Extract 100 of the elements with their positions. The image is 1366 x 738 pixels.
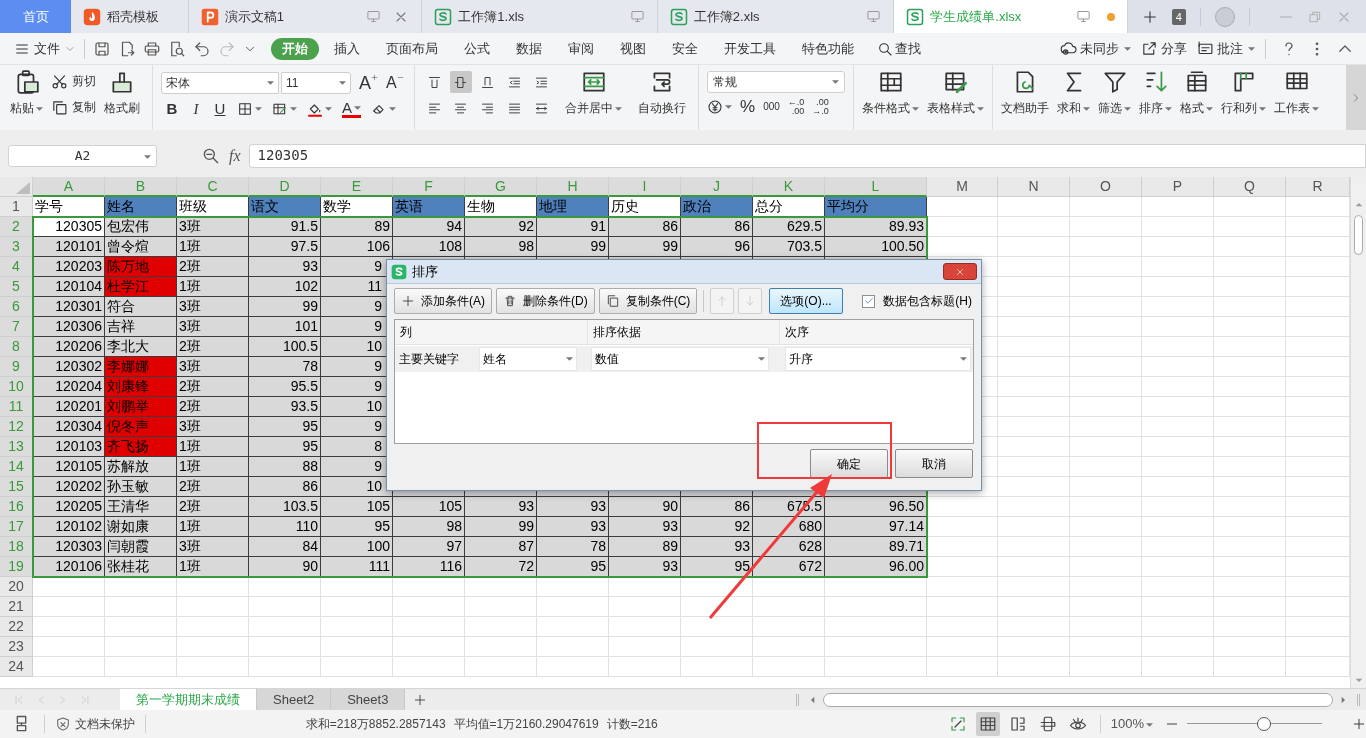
table-cell[interactable]: 84 [249, 537, 321, 557]
table-cell[interactable]: 120205 [33, 497, 105, 517]
table-cell[interactable]: 629.5 [753, 217, 825, 237]
table-cell[interactable]: 108 [393, 237, 465, 257]
font-style-button[interactable]: U [213, 100, 227, 118]
table-cell[interactable]: 吉祥 [105, 317, 177, 337]
table-cell[interactable]: 3班 [177, 417, 249, 437]
table-cell[interactable]: 1班 [177, 437, 249, 457]
menu-tab[interactable]: 视图 [609, 37, 657, 60]
table-cell[interactable]: 倪冬声 [105, 417, 177, 437]
row-number[interactable]: 23 [0, 637, 33, 657]
table-cell[interactable]: 包宏伟 [105, 217, 177, 237]
table-cell[interactable]: 680 [753, 517, 825, 537]
header-cell[interactable]: 班级 [177, 197, 249, 217]
header-cell[interactable]: 地理 [537, 197, 609, 217]
table-cell[interactable]: 杜学江 [105, 277, 177, 297]
table-cell[interactable]: 120202 [33, 477, 105, 497]
font-size-select[interactable]: 11 [281, 72, 351, 94]
table-cell[interactable]: 90 [249, 557, 321, 577]
table-cell[interactable]: 99 [609, 237, 681, 257]
table-cell[interactable]: 王清华 [105, 497, 177, 517]
table-cell[interactable]: 95 [249, 417, 321, 437]
table-cell[interactable]: 97.14 [825, 517, 927, 537]
font-style-button[interactable]: B [165, 100, 179, 118]
table-cell[interactable]: 106 [321, 237, 393, 257]
share-button[interactable]: 分享 [1141, 38, 1187, 59]
row-number[interactable]: 24 [0, 657, 33, 677]
table-cell[interactable]: 9 [321, 257, 393, 277]
order-select[interactable]: 升序 [785, 347, 971, 371]
table-cell[interactable]: 120201 [33, 397, 105, 417]
sort-on-select[interactable]: 数值 [591, 347, 769, 371]
table-cell[interactable]: 93 [609, 517, 681, 537]
sort-button[interactable]: 排序 [1135, 65, 1176, 116]
column-header[interactable]: P [1142, 177, 1214, 197]
table-cell[interactable]: 120206 [33, 337, 105, 357]
table-cell[interactable]: 703.5 [753, 237, 825, 257]
table-cell[interactable]: 曾令煊 [105, 237, 177, 257]
table-cell[interactable]: 91 [537, 217, 609, 237]
font-color-button[interactable]: A [342, 100, 361, 118]
table-cell[interactable]: 93 [609, 557, 681, 577]
table-cell[interactable]: 99 [465, 517, 537, 537]
table-cell[interactable]: 93 [249, 257, 321, 277]
table-cell[interactable]: 刘康锋 [105, 377, 177, 397]
table-cell[interactable]: 98 [465, 237, 537, 257]
tab[interactable]: 稻壳模板 [71, 0, 189, 33]
table-cell[interactable]: 120306 [33, 317, 105, 337]
table-cell[interactable]: 120105 [33, 457, 105, 477]
increase-font-button[interactable]: A [359, 73, 378, 93]
row-number[interactable]: 21 [0, 597, 33, 617]
rowcol-button[interactable]: 行和列 [1217, 65, 1270, 116]
table-style-button[interactable]: 表格样式 [923, 65, 988, 116]
table-cell[interactable]: 1班 [177, 277, 249, 297]
tab[interactable]: 演示文稿1 [188, 0, 423, 33]
header-cell[interactable]: 历史 [609, 197, 681, 217]
table-cell[interactable]: 93 [537, 517, 609, 537]
column-header[interactable]: Q [1214, 177, 1286, 197]
table-cell[interactable]: 1班 [177, 237, 249, 257]
table-cell[interactable]: 120101 [33, 237, 105, 257]
table-cell[interactable]: 92 [681, 517, 753, 537]
table-cell[interactable]: 89 [609, 537, 681, 557]
menu-tab[interactable]: 数据 [505, 37, 553, 60]
tab[interactable]: 工作簿2.xls [657, 0, 895, 33]
column-header[interactable]: M [927, 177, 998, 197]
table-cell[interactable]: 1班 [177, 457, 249, 477]
table-cell[interactable]: 3班 [177, 317, 249, 337]
table-cell[interactable]: 张桂花 [105, 557, 177, 577]
table-cell[interactable]: 100.50 [825, 237, 927, 257]
table-cell[interactable]: 99 [537, 237, 609, 257]
percent-button[interactable]: % [740, 98, 756, 116]
table-cell[interactable]: 120106 [33, 557, 105, 577]
table-cell[interactable]: 李北大 [105, 337, 177, 357]
table-cell[interactable]: 95 [681, 557, 753, 577]
cancel-button[interactable]: 取消 [895, 449, 973, 478]
table-cell[interactable]: 120302 [33, 357, 105, 377]
add-condition-button[interactable]: 添加条件(A) [394, 288, 492, 314]
row-number[interactable]: 22 [0, 617, 33, 637]
table-cell[interactable]: 105 [321, 497, 393, 517]
sheet-tab[interactable]: Sheet2 [257, 688, 332, 711]
table-cell[interactable]: 95 [537, 557, 609, 577]
table-cell[interactable]: 3班 [177, 297, 249, 317]
column-select[interactable]: 姓名 [479, 347, 577, 371]
wrap-text-button[interactable]: 自动换行 [634, 65, 690, 116]
table-cell[interactable]: 93 [537, 497, 609, 517]
table-cell[interactable]: 78 [537, 537, 609, 557]
menu-tab[interactable]: 审阅 [557, 37, 605, 60]
table-cell[interactable]: 95 [249, 437, 321, 457]
table-cell[interactable]: 3班 [177, 537, 249, 557]
table-cell[interactable]: 120102 [33, 517, 105, 537]
table-cell[interactable]: 97 [393, 537, 465, 557]
table-cell[interactable]: 刘鹏举 [105, 397, 177, 417]
number-format-select[interactable]: 常规 [707, 71, 845, 93]
formula-field[interactable]: 120305 [248, 143, 1366, 168]
table-cell[interactable]: 3班 [177, 217, 249, 237]
name-box[interactable]: A2 [8, 144, 157, 167]
copy-condition-button[interactable]: 复制条件(C) [598, 288, 698, 314]
table-cell[interactable]: 95 [321, 517, 393, 537]
decrease-font-button[interactable]: A [386, 73, 404, 93]
window-count[interactable]: 4 [1171, 8, 1186, 25]
menu-tab[interactable]: 特色功能 [791, 37, 865, 60]
menu-tab[interactable]: 页面布局 [375, 37, 449, 60]
